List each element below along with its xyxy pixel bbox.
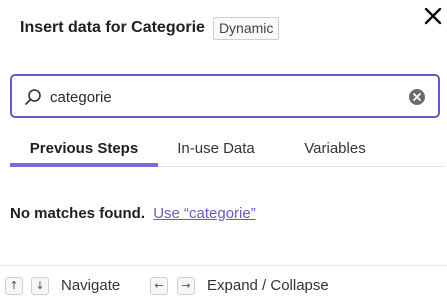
clear-search-icon[interactable] xyxy=(408,88,426,106)
expand-collapse-hint: Expand / Collapse xyxy=(207,277,329,294)
dynamic-badge: Dynamic xyxy=(212,16,280,40)
search-input[interactable] xyxy=(50,85,390,109)
search-field[interactable] xyxy=(10,74,440,118)
arrow-right-key-icon: → xyxy=(177,277,195,295)
arrow-up-key-icon: ↑ xyxy=(5,277,23,295)
no-matches-text: No matches found. xyxy=(10,205,146,222)
tab-in-use-data[interactable]: In-use Data xyxy=(166,137,266,166)
insert-data-panel: Insert data for Categorie Dynamic Previo… xyxy=(0,0,447,306)
use-search-value-link[interactable]: Use “categorie” xyxy=(153,205,256,222)
arrow-left-key-icon: ← xyxy=(150,277,168,295)
tab-variables[interactable]: Variables xyxy=(290,137,380,166)
navigate-hint: Navigate xyxy=(61,277,121,294)
keyboard-hints-footer: ↑ ↓ Navigate ← → Expand / Collapse xyxy=(0,265,447,306)
tab-previous-steps[interactable]: Previous Steps xyxy=(10,137,158,167)
data-source-tabs: Previous Steps In-use Data Variables xyxy=(10,137,445,167)
empty-results: No matches found. Use “categorie” xyxy=(10,205,256,222)
close-button[interactable] xyxy=(421,4,445,28)
panel-header: Insert data for Categorie Dynamic xyxy=(20,14,407,42)
panel-title: Insert data for Categorie xyxy=(20,19,205,36)
search-icon xyxy=(25,89,41,105)
arrow-down-key-icon: ↓ xyxy=(31,277,49,295)
close-icon xyxy=(424,7,442,25)
